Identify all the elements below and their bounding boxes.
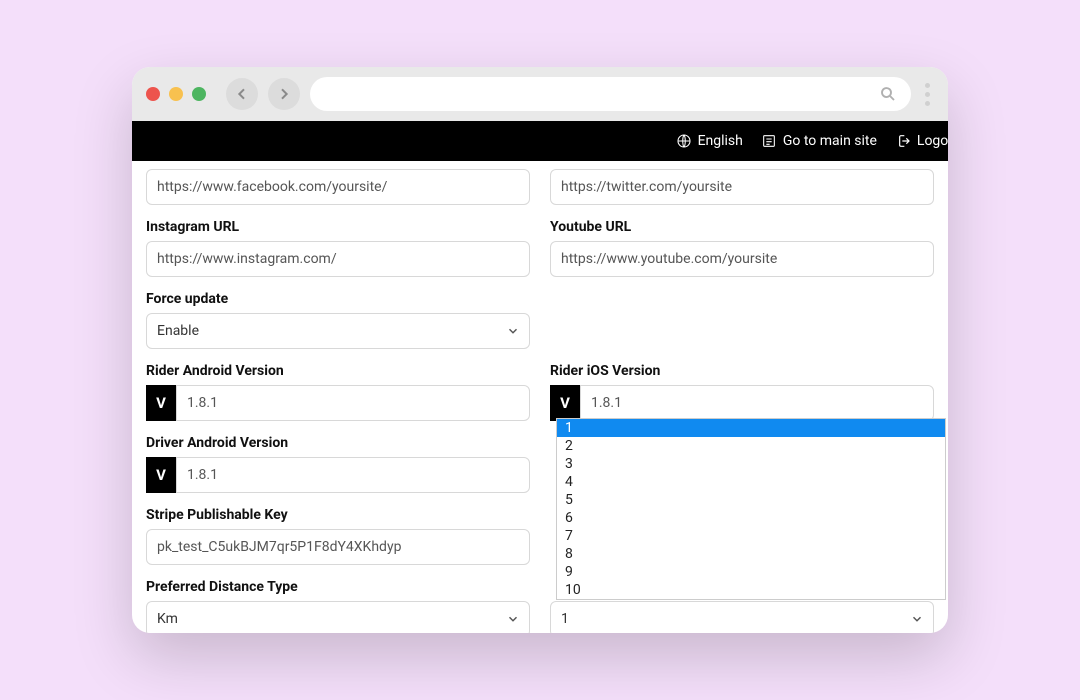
stripe-key-label: Stripe Publishable Key <box>146 507 530 523</box>
search-icon <box>879 85 897 103</box>
twitter-url-input[interactable] <box>550 169 934 205</box>
dropdown-option[interactable]: 1 <box>557 419 945 437</box>
logout-icon <box>895 133 911 149</box>
version-prefix: V <box>550 385 580 421</box>
logout-link[interactable]: Logou <box>895 133 948 149</box>
instagram-url-input[interactable] <box>146 241 530 277</box>
dropdown-option[interactable]: 4 <box>557 473 945 491</box>
dropdown-option[interactable]: 2 <box>557 437 945 455</box>
logout-label: Logou <box>917 133 948 149</box>
document-icon <box>761 133 777 149</box>
number-select[interactable] <box>550 601 934 633</box>
close-window-button[interactable] <box>146 87 160 101</box>
dropdown-option[interactable]: 7 <box>557 527 945 545</box>
go-to-main-site-link[interactable]: Go to main site <box>761 133 877 149</box>
number-select-value[interactable] <box>550 601 934 633</box>
back-button[interactable] <box>226 78 258 110</box>
arrow-right-icon <box>276 86 292 102</box>
driver-android-label: Driver Android Version <box>146 435 530 451</box>
force-update-value[interactable] <box>146 313 530 349</box>
dropdown-option[interactable]: 5 <box>557 491 945 509</box>
rider-android-group: V <box>146 385 530 421</box>
youtube-url-input[interactable] <box>550 241 934 277</box>
dropdown-option[interactable]: 3 <box>557 455 945 473</box>
browser-menu-button[interactable] <box>921 83 934 106</box>
version-prefix: V <box>146 457 176 493</box>
dropdown-option[interactable]: 9 <box>557 563 945 581</box>
empty-cell <box>550 277 934 313</box>
arrow-left-icon <box>234 86 250 102</box>
rider-android-input[interactable] <box>176 385 530 421</box>
globe-icon <box>676 133 692 149</box>
minimize-window-button[interactable] <box>169 87 183 101</box>
version-prefix: V <box>146 385 176 421</box>
window-controls <box>146 87 206 101</box>
dropdown-option[interactable]: 8 <box>557 545 945 563</box>
dropdown-option[interactable]: 10 <box>557 581 945 599</box>
browser-chrome <box>132 67 948 121</box>
browser-window: English Go to main site Logou Facebook U… <box>132 67 948 633</box>
language-label: English <box>698 133 743 149</box>
force-update-label: Force update <box>146 291 530 307</box>
driver-android-input[interactable] <box>176 457 530 493</box>
forward-button[interactable] <box>268 78 300 110</box>
maximize-window-button[interactable] <box>192 87 206 101</box>
main-site-label: Go to main site <box>783 133 877 149</box>
driver-android-group: V <box>146 457 530 493</box>
address-bar[interactable] <box>310 77 911 111</box>
distance-type-value[interactable] <box>146 601 530 633</box>
rider-android-label: Rider Android Version <box>146 363 530 379</box>
youtube-url-label: Youtube URL <box>550 219 934 235</box>
language-selector[interactable]: English <box>676 133 743 149</box>
force-update-select[interactable] <box>146 313 530 349</box>
number-dropdown-listbox[interactable]: 1 2 3 4 5 6 7 8 9 10 <box>556 418 946 600</box>
rider-ios-input[interactable] <box>580 385 934 421</box>
instagram-url-label: Instagram URL <box>146 219 530 235</box>
rider-ios-label: Rider iOS Version <box>550 363 934 379</box>
distance-type-select[interactable] <box>146 601 530 633</box>
dropdown-option[interactable]: 6 <box>557 509 945 527</box>
facebook-url-input[interactable] <box>146 169 530 205</box>
distance-type-label: Preferred Distance Type <box>146 579 530 595</box>
stripe-key-input[interactable] <box>146 529 530 565</box>
rider-ios-group: V <box>550 385 934 421</box>
